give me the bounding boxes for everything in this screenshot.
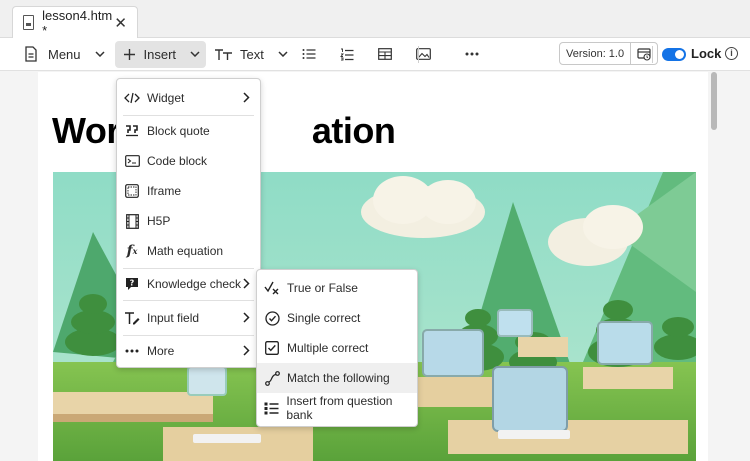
text-label: Text [240, 46, 264, 62]
menu-item-knowledge-check[interactable]: ? Knowledge check [117, 269, 260, 299]
bullet-list-button[interactable] [296, 41, 322, 68]
toolbar-divider [418, 46, 419, 63]
menu-item-more[interactable]: More [117, 336, 260, 366]
menu-label: Menu [48, 46, 81, 62]
bullet-list-icon [302, 49, 316, 59]
question-icon: ? [124, 276, 140, 292]
menu-item-iframe[interactable]: Iframe [117, 176, 260, 206]
match-icon [264, 370, 280, 386]
text-input-icon [124, 310, 140, 326]
submenu-item-single-correct[interactable]: Single correct [257, 303, 417, 333]
menu-item-label: Code block [147, 154, 208, 168]
submenu-item-label: Match the following [287, 371, 390, 385]
menu-item-label: Iframe [147, 184, 182, 198]
more-icon [124, 343, 140, 359]
text-style-button[interactable]: Text [208, 41, 294, 68]
menu-item-label: Block quote [147, 124, 210, 138]
version-history-button[interactable] [630, 43, 657, 64]
menu-item-label: H5P [147, 214, 171, 228]
menu-item-label: Input field [147, 311, 200, 325]
circle-check-icon [264, 310, 280, 326]
version-control[interactable]: Version: 1.0 [559, 42, 659, 65]
chevron-right-icon [243, 312, 250, 323]
menu-divider [123, 300, 254, 301]
chevron-down-icon [190, 51, 200, 57]
menu-item-label: Widget [147, 91, 185, 105]
menu-item-label: Knowledge check [147, 277, 242, 291]
more-options-button[interactable] [459, 41, 485, 68]
check-x-icon [264, 280, 280, 296]
submenu-item-match-the-following[interactable]: Match the following [257, 363, 417, 393]
quote-icon [124, 123, 140, 139]
vertical-scrollbar[interactable] [710, 72, 718, 461]
film-icon [124, 213, 140, 229]
submenu-item-label: Insert from question bank [286, 394, 393, 422]
menu-item-label: More [147, 344, 175, 358]
menu-item-math-equation[interactable]: fx Math equation [117, 236, 260, 266]
lock-toggle[interactable] [662, 48, 686, 61]
menu-item-input-field[interactable]: Input field [117, 303, 260, 333]
menu-item-widget[interactable]: Widget [117, 83, 260, 113]
svg-text:?: ? [130, 279, 135, 288]
history-icon [637, 47, 651, 61]
file-icon [23, 15, 35, 30]
table-button[interactable] [372, 41, 398, 68]
submenu-item-true-or-false[interactable]: True or False [257, 273, 417, 303]
image-button[interactable] [410, 41, 437, 68]
knowledge-check-submenu: True or False Single correct Multiple co… [256, 269, 418, 427]
menu-button[interactable]: Menu [18, 41, 111, 68]
chevron-right-icon [243, 345, 250, 356]
text-size-icon [215, 49, 233, 60]
tab-bar: lesson4.htm * ✕ [0, 0, 750, 38]
chevron-right-icon [243, 278, 250, 289]
submenu-item-question-bank[interactable]: Insert from question bank [257, 393, 417, 423]
page-title-start: Wor [52, 110, 120, 151]
more-icon [465, 52, 479, 56]
list-icon [264, 400, 279, 416]
submenu-item-multiple-correct[interactable]: Multiple correct [257, 333, 417, 363]
numbered-list-button[interactable] [334, 41, 360, 68]
function-icon: fx [126, 243, 138, 259]
menu-item-label: Math equation [147, 244, 224, 258]
menu-item-code-block[interactable]: Code block [117, 146, 260, 176]
menu-item-h5p[interactable]: H5P [117, 206, 260, 236]
plus-icon [123, 48, 135, 60]
menu-item-block-quote[interactable]: Block quote [117, 116, 260, 146]
scrollbar-thumb[interactable] [711, 72, 717, 130]
lock-label: Lock [691, 46, 722, 61]
version-label: Version: 1.0 [566, 47, 625, 60]
tab-title: lesson4.htm * [42, 7, 113, 38]
close-icon[interactable]: ✕ [114, 14, 127, 32]
checkbox-icon [264, 340, 280, 356]
table-icon [377, 48, 392, 60]
page-title-end: ation [311, 110, 396, 151]
numbered-list-icon [339, 48, 354, 60]
insert-label: Insert [143, 46, 177, 62]
submenu-item-label: Multiple correct [287, 341, 369, 355]
chevron-down-icon [95, 51, 105, 57]
iframe-icon [124, 183, 140, 199]
toolbar: Menu Insert Text Version: 1.0 Lock i [0, 38, 750, 71]
code-icon [124, 90, 140, 106]
submenu-item-label: Single correct [287, 311, 361, 325]
terminal-icon [124, 153, 140, 169]
insert-menu: Widget Block quote Code block Iframe H5P… [116, 78, 261, 368]
info-icon[interactable]: i [725, 47, 738, 60]
toolbar-divider [652, 46, 653, 63]
tab-lesson4[interactable]: lesson4.htm * ✕ [12, 6, 138, 38]
submenu-item-label: True or False [287, 281, 358, 295]
chevron-down-icon [278, 51, 288, 57]
document-icon [25, 46, 37, 62]
insert-button[interactable]: Insert [114, 40, 207, 68]
chevron-right-icon [243, 92, 250, 103]
